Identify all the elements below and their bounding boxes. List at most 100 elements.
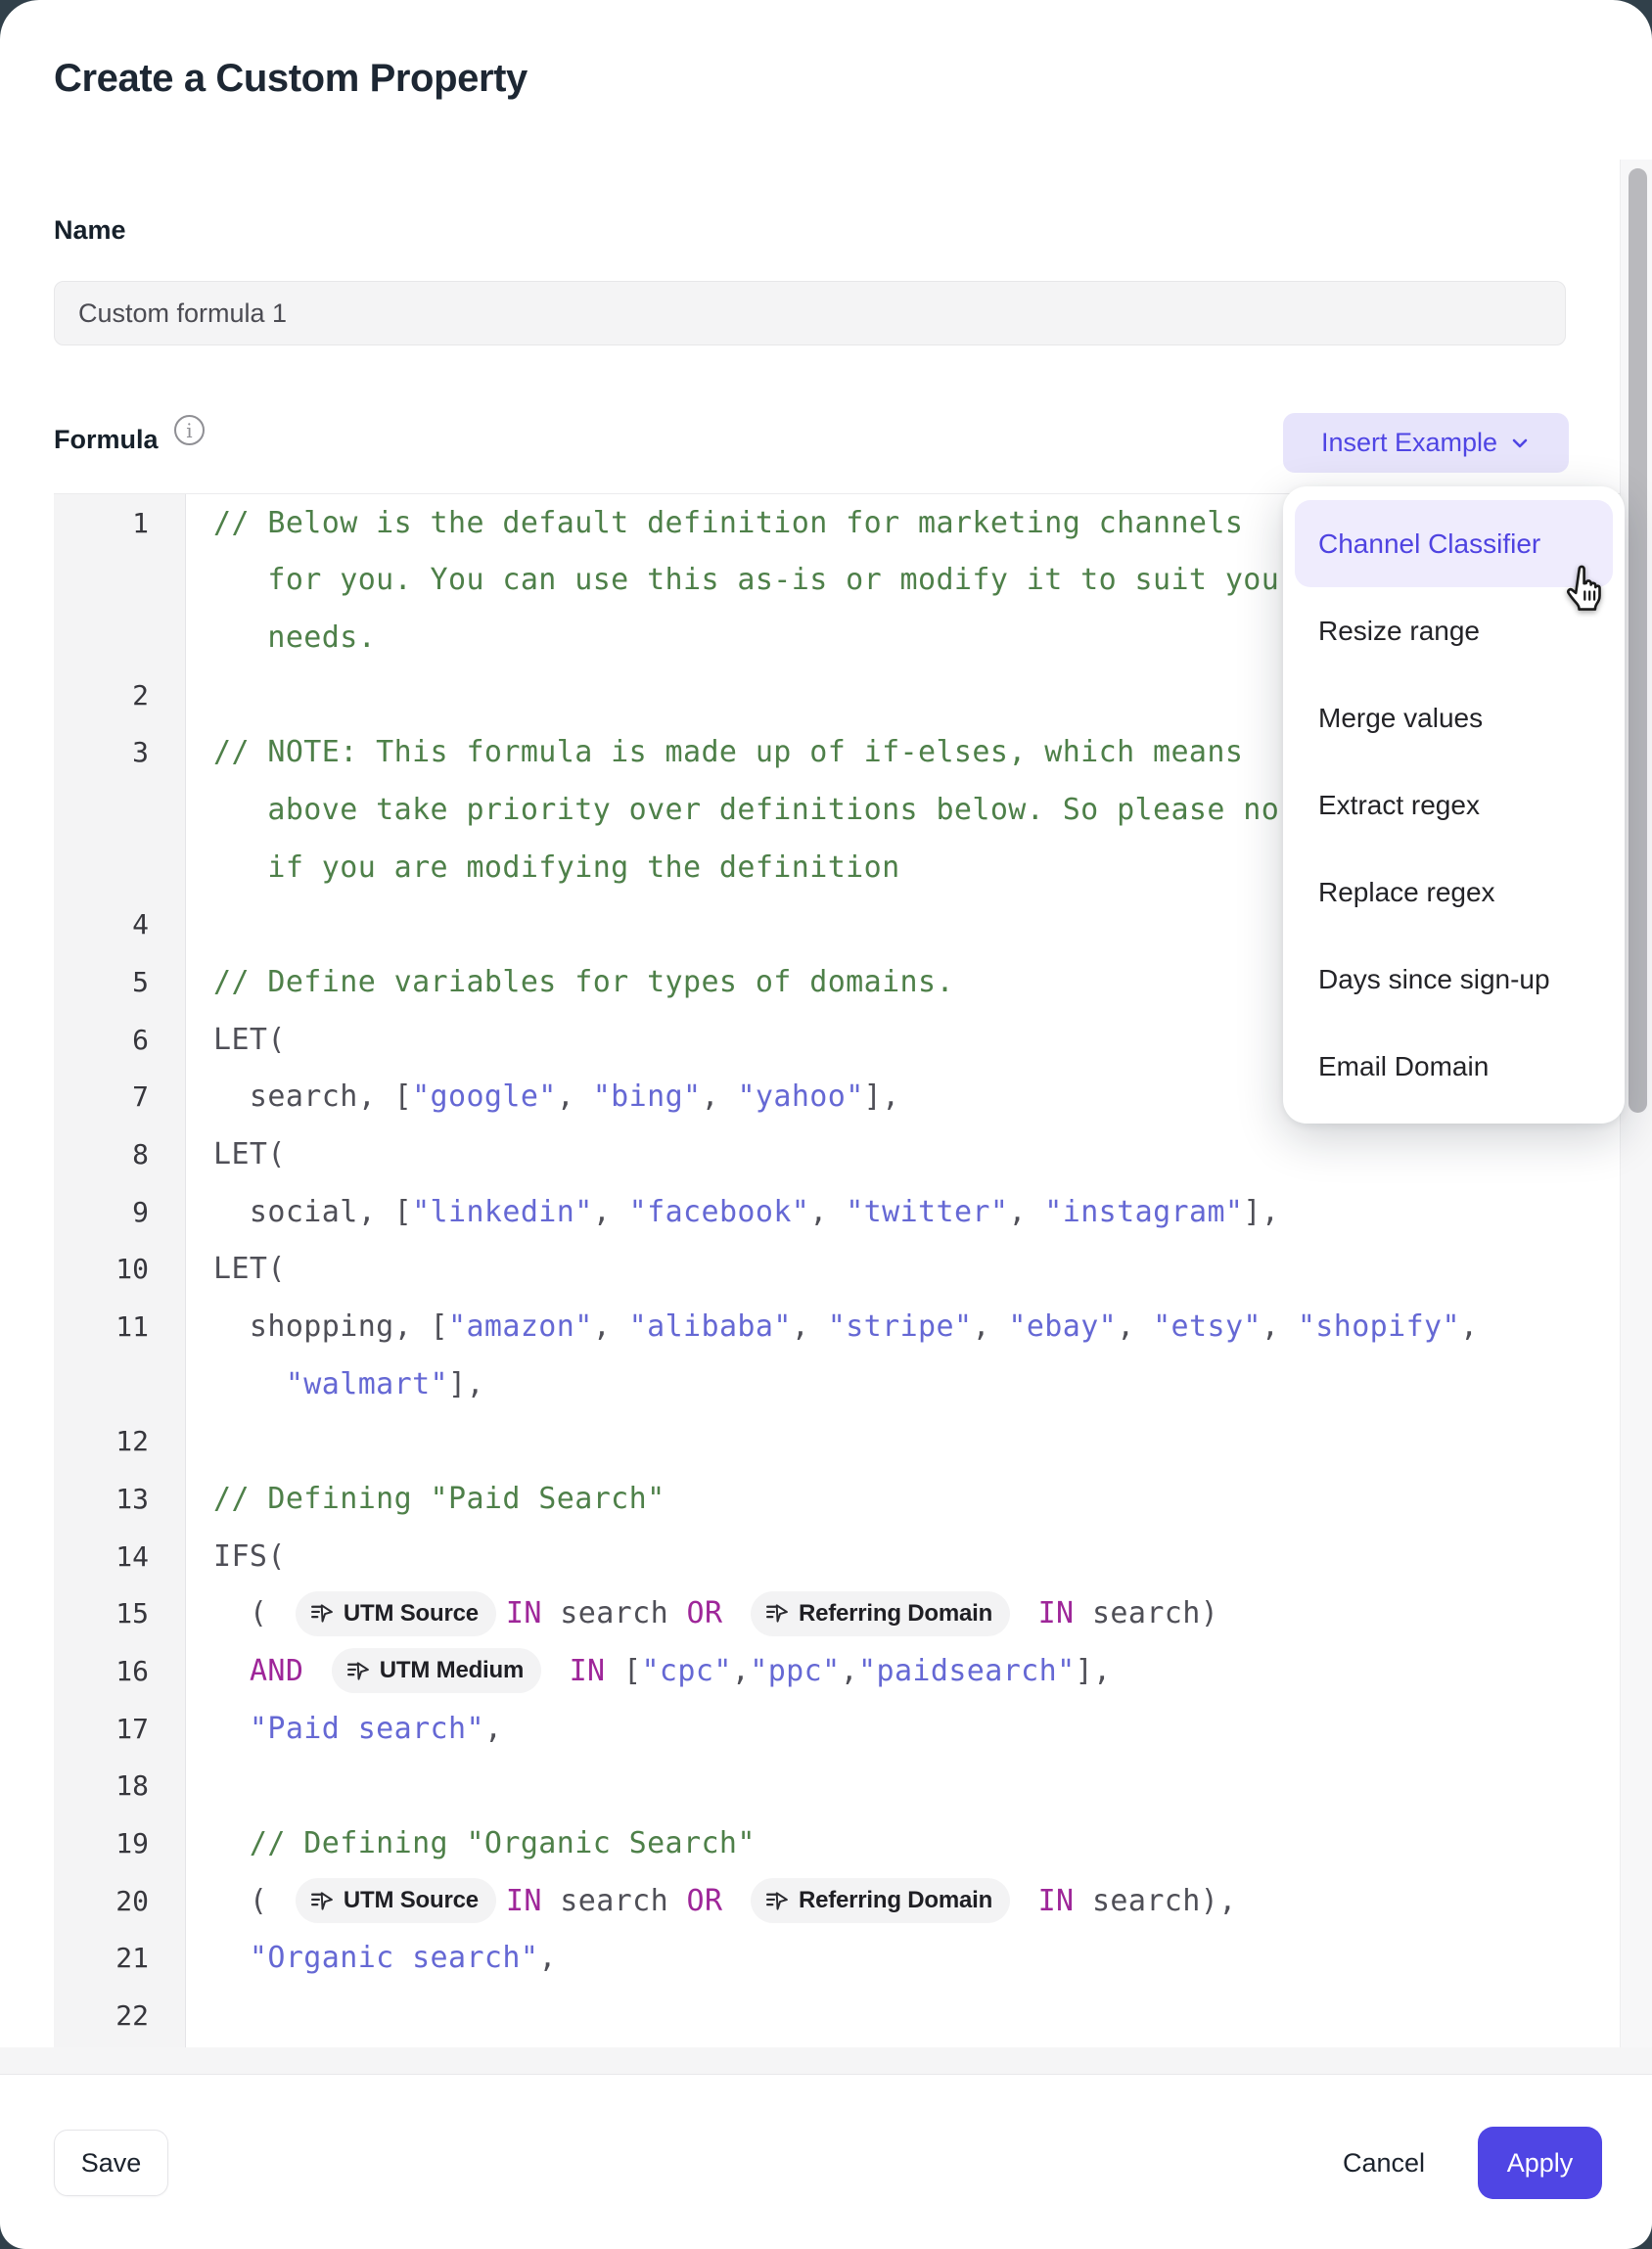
code-token: , [732,1654,750,1688]
code-token: OR [687,1884,723,1918]
code-token: "bing" [593,1079,702,1114]
code-row[interactable]: 18 [54,1757,1621,1814]
code-token: search [542,1884,687,1918]
code-row[interactable]: 15 ( UTM SourceIN search OR Referring Do… [54,1584,1621,1642]
code-row[interactable]: 16 AND UTM Medium IN ["cpc","ppc","paids… [54,1642,1621,1700]
property-pill-label: UTM Source [344,1887,479,1914]
code-token: IN [506,1596,542,1630]
property-icon [309,1889,334,1913]
code-row[interactable]: 11 shopping, ["amazon", "alibaba", "stri… [54,1298,1621,1355]
menu-item-replace-regex[interactable]: Replace regex [1295,849,1613,936]
code-token [213,1654,250,1688]
property-icon [345,1659,370,1683]
name-label: Name [54,215,126,246]
code-token: "stripe" [828,1309,973,1344]
line-number: 5 [54,966,186,998]
menu-item-extract-regex[interactable]: Extract regex [1295,761,1613,849]
code-token: , [792,1309,828,1344]
apply-button[interactable]: Apply [1478,2127,1602,2199]
line-number: 4 [54,908,186,941]
code-token: ], [1243,1195,1279,1229]
code-token: "twitter" [846,1195,1008,1229]
code-row[interactable]: 19 // Defining "Organic Search" [54,1814,1621,1872]
property-icon [764,1601,789,1626]
line-number: 20 [54,1885,186,1917]
scrollbar-track[interactable] [1620,160,1652,2047]
code-row[interactable]: "walmart"], [54,1355,1621,1413]
code-row[interactable]: 8 LET( [54,1125,1621,1183]
code-token: IFS( [213,1539,286,1574]
code-token: , [702,1079,738,1114]
menu-item-email-domain[interactable]: Email Domain [1295,1023,1613,1110]
insert-example-button[interactable]: Insert Example [1283,413,1569,473]
scrollbar-thumb[interactable] [1629,168,1647,1113]
code-token: , [557,1079,593,1114]
menu-item-merge-values[interactable]: Merge values [1295,674,1613,761]
code-line: "Organic search", [186,1941,1621,1975]
code-row[interactable]: 21 "Organic search", [54,1929,1621,1987]
code-token: OR [687,1596,723,1630]
code-row[interactable]: 20 ( UTM SourceIN search OR Referring Do… [54,1872,1621,1930]
code-row[interactable]: 12 [54,1413,1621,1471]
code-token: needs. [213,620,376,655]
menu-item-label: Merge values [1318,703,1483,734]
code-token [303,1654,321,1688]
code-line: // Defining "Organic Search" [186,1826,1621,1860]
line-number: 3 [54,736,186,768]
code-token: ( [213,1596,286,1630]
line-number: 9 [54,1196,186,1228]
code-row[interactable]: 22 [54,1987,1621,2044]
property-pill[interactable]: Referring Domain [751,1878,1010,1923]
code-token: for you. You can use this as-is or modif… [213,563,1279,597]
code-token: "google" [412,1079,557,1114]
line-number: 15 [54,1597,186,1629]
code-row[interactable]: 17 "Paid search", [54,1700,1621,1758]
property-pill[interactable]: UTM Source [296,1878,496,1923]
code-row[interactable]: 14 IFS( [54,1528,1621,1585]
code-row[interactable]: 10LET( [54,1241,1621,1299]
code-token: "amazon" [448,1309,593,1344]
property-pill[interactable]: UTM Medium [332,1648,541,1693]
code-token: , [972,1309,1008,1344]
line-number: 8 [54,1138,186,1170]
code-token: LET( [213,1137,286,1171]
code-token: social, [ [213,1195,412,1229]
line-number: 12 [54,1425,186,1457]
name-input[interactable]: Custom formula 1 [54,281,1566,345]
code-token [722,1884,740,1918]
cancel-button[interactable]: Cancel [1315,2141,1452,2184]
code-token: search, [ [213,1079,412,1114]
property-pill[interactable]: Referring Domain [751,1591,1010,1636]
code-token: IN [570,1654,606,1688]
code-token: , [841,1654,858,1688]
code-token: AND [250,1654,303,1688]
property-pill-label: UTM Medium [380,1657,524,1684]
chevron-down-icon [1509,433,1531,454]
code-row[interactable]: 9 social, ["linkedin", "facebook", "twit… [54,1183,1621,1241]
menu-item-label: Days since sign-up [1318,964,1550,995]
info-icon[interactable]: i [174,415,205,445]
line-number: 7 [54,1080,186,1113]
save-button[interactable]: Save [54,2130,168,2196]
property-pill-label: UTM Source [344,1600,479,1628]
code-line: "walmart"], [186,1367,1621,1401]
code-token: // Define variables for types of domains… [213,965,954,999]
property-pill[interactable]: UTM Source [296,1591,496,1636]
code-token: IN [1020,1596,1074,1630]
code-token: "instagram" [1044,1195,1243,1229]
code-token: "walmart" [213,1367,448,1401]
line-number: 14 [54,1540,186,1573]
code-token: ], [1076,1654,1112,1688]
code-token: // NOTE: This formula is made up of if-e… [213,735,1243,769]
code-line: AND UTM Medium IN ["cpc","ppc","paidsear… [186,1648,1621,1693]
code-token: [ [606,1654,642,1688]
editor-bottom-strip [0,2047,1652,2075]
menu-item-days-since-sign-up[interactable]: Days since sign-up [1295,936,1613,1023]
code-token: // Defining "Paid Search" [213,1482,665,1516]
code-token: // Defining "Organic Search" [213,1826,756,1860]
code-row[interactable]: 13// Defining "Paid Search" [54,1470,1621,1528]
code-token: shopping, [ [213,1309,448,1344]
menu-item-label: Channel Classifier [1318,528,1540,560]
line-number: 19 [54,1827,186,1859]
code-line: shopping, ["amazon", "alibaba", "stripe"… [186,1309,1621,1344]
